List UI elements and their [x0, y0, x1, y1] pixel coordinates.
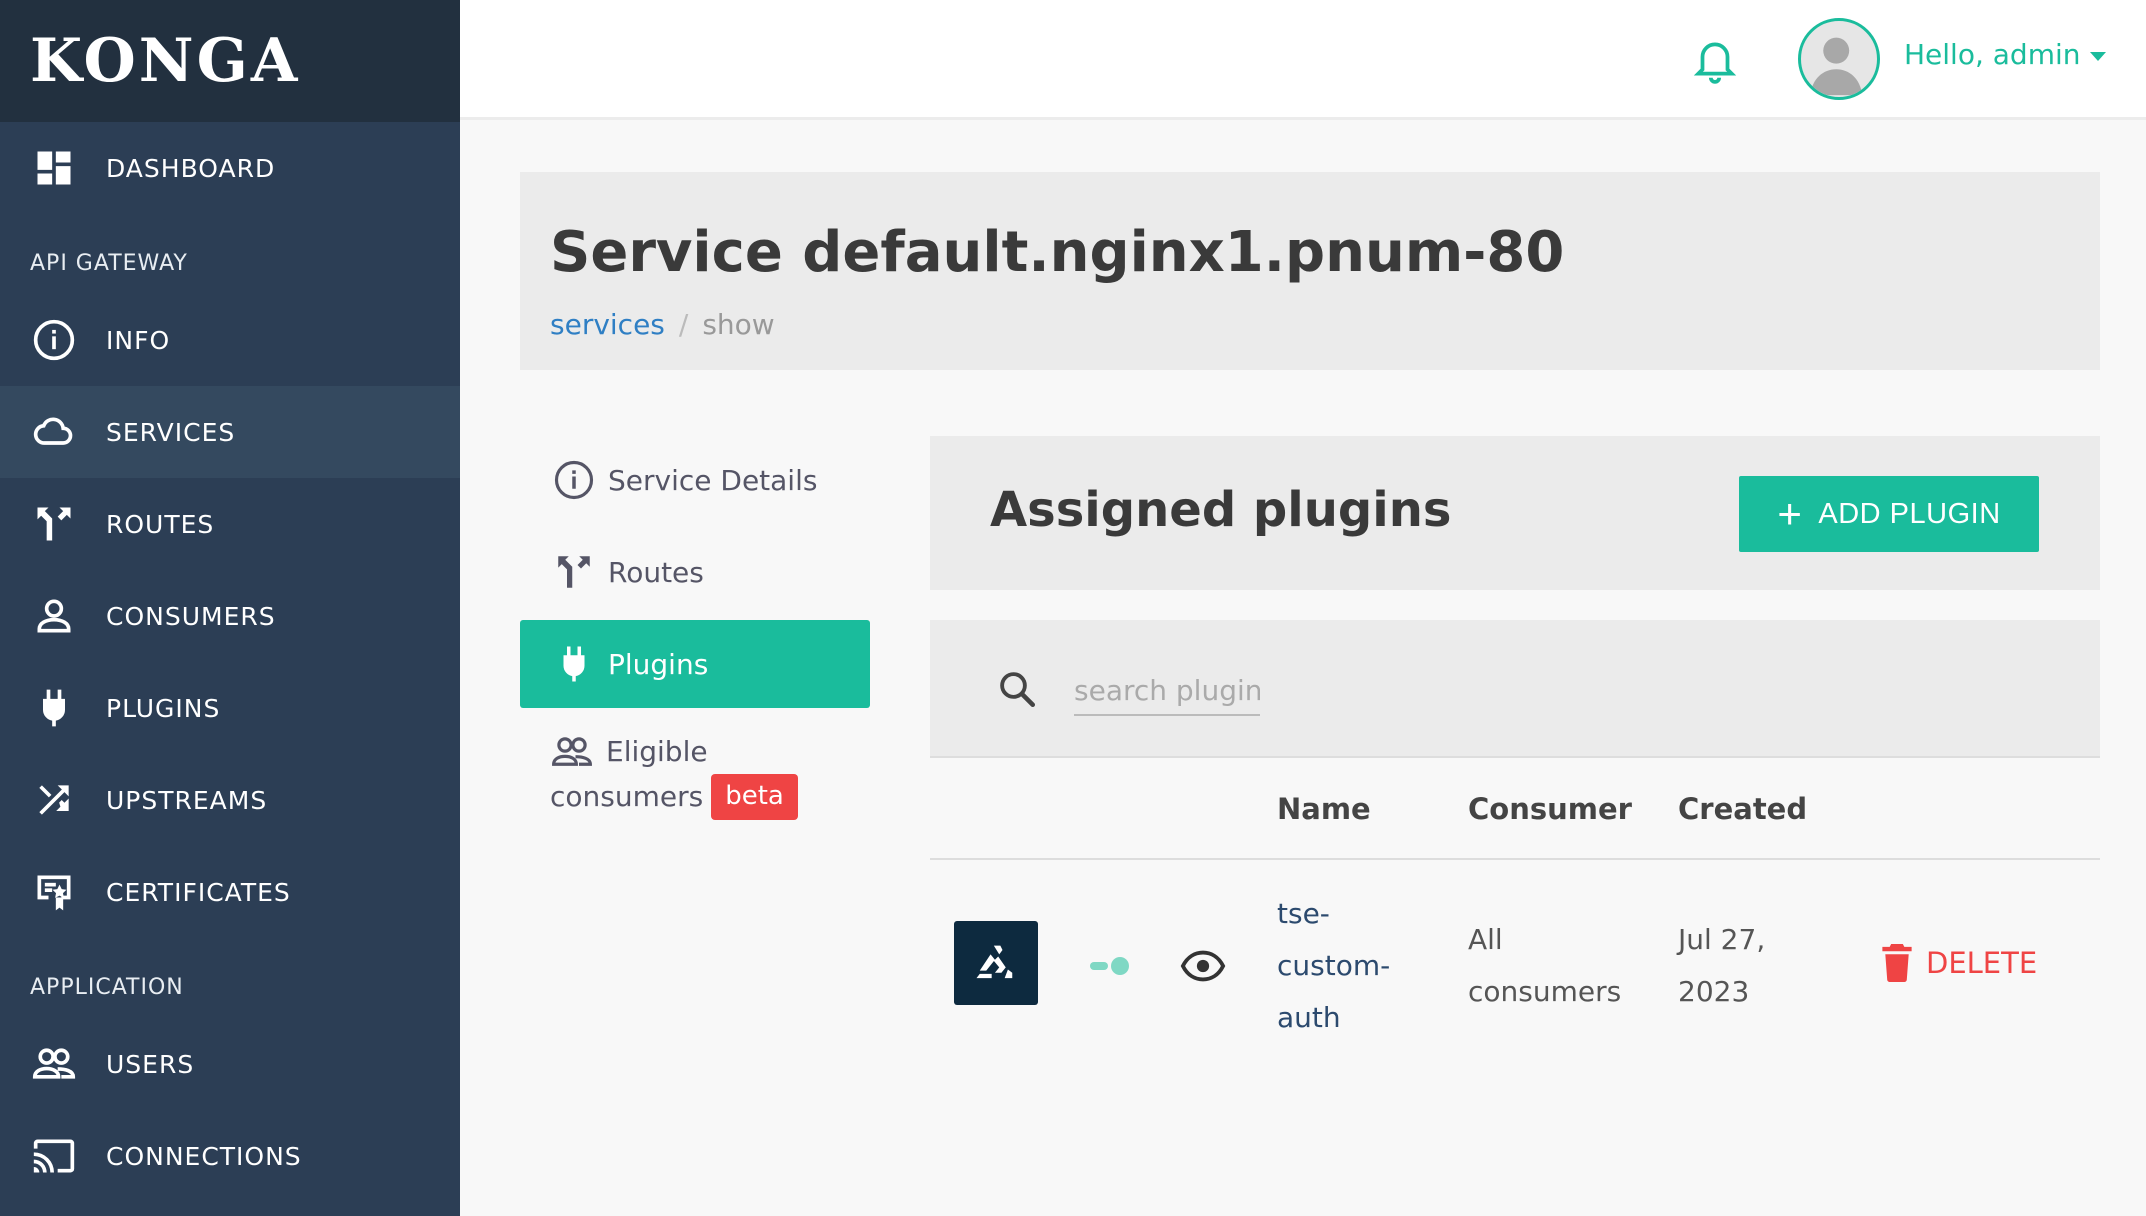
top-bar: Hello, admin: [460, 0, 2146, 120]
plugins-panel-header: Assigned plugins + ADD PLUGIN: [930, 436, 2100, 590]
sidebar-item-label: INFO: [106, 325, 171, 355]
tab-label: Routes: [608, 555, 704, 589]
sidebar-item-certificates[interactable]: CERTIFICATES: [0, 846, 460, 938]
panel-title: Assigned plugins: [990, 482, 1452, 538]
user-avatar-icon: [1810, 37, 1863, 96]
sidebar-section-api-gateway: API GATEWAY: [30, 251, 188, 276]
delete-plugin-button[interactable]: DELETE: [1882, 944, 2037, 982]
cloud-icon: [30, 408, 78, 456]
column-header-created[interactable]: Created: [1678, 792, 1807, 826]
breadcrumb-current: show: [702, 308, 775, 341]
plus-icon: +: [1777, 490, 1803, 537]
users-icon: [30, 1040, 78, 1088]
user-icon: [30, 592, 78, 640]
search-icon: [1000, 672, 1036, 708]
sidebar-item-info[interactable]: INFO: [0, 294, 460, 386]
breadcrumb-separator: /: [678, 308, 689, 341]
sidebar-item-plugins[interactable]: PLUGINS: [0, 662, 460, 754]
sidebar-item-dashboard[interactable]: DASHBOARD: [0, 122, 460, 214]
tab-plugins[interactable]: Plugins: [520, 620, 870, 708]
beta-badge: beta: [711, 774, 798, 820]
tab-label: Eligible: [606, 735, 708, 768]
sidebar-item-label: USERS: [106, 1049, 195, 1079]
sidebar-item-label: SERVICES: [106, 417, 236, 447]
tab-label: Service Details: [608, 463, 818, 497]
sidebar-item-connections[interactable]: CONNECTIONS: [0, 1110, 460, 1202]
add-plugin-label: ADD PLUGIN: [1818, 497, 2001, 530]
plugin-search-bar: [930, 620, 2100, 758]
breadcrumb: services / show: [550, 308, 775, 341]
sidebar-item-label: ROUTES: [106, 509, 215, 539]
plug-icon: [552, 642, 596, 686]
plugin-name-link[interactable]: tse-custom-auth: [1277, 888, 1407, 1044]
brand-name: KONGA: [30, 26, 301, 96]
sidebar-item-upstreams[interactable]: UPSTREAMS: [0, 754, 460, 846]
search-input[interactable]: [1074, 666, 1260, 716]
user-menu-greeting[interactable]: Hello, admin: [1904, 38, 2081, 71]
sidebar-item-label: UPSTREAMS: [106, 785, 268, 815]
sidebar-item-services[interactable]: SERVICES: [0, 386, 460, 478]
kong-logo-icon: [976, 945, 1013, 979]
sidebar-item-label: CONNECTIONS: [106, 1141, 302, 1171]
sidebar-item-label: PLUGINS: [106, 693, 221, 723]
plug-icon: [30, 684, 78, 732]
sidebar-item-routes[interactable]: ROUTES: [0, 478, 460, 570]
sidebar-item-consumers[interactable]: CONSUMERS: [0, 570, 460, 662]
column-header-name[interactable]: Name: [1277, 792, 1371, 826]
plugin-enabled-toggle[interactable]: [1090, 956, 1132, 976]
tab-label: consumers: [550, 780, 704, 813]
avatar[interactable]: [1798, 18, 1880, 100]
trash-icon: [1882, 944, 1912, 982]
add-plugin-button[interactable]: + ADD PLUGIN: [1739, 476, 2039, 552]
chevron-down-icon[interactable]: [2090, 52, 2106, 61]
page-header: Service default.nginx1.pnum-80 services /…: [520, 172, 2100, 370]
sidebar-item-label: CERTIFICATES: [106, 877, 291, 907]
brand-logo[interactable]: KONGA: [0, 0, 460, 122]
tab-routes[interactable]: Routes: [520, 528, 870, 616]
plugin-logo: [954, 921, 1038, 1005]
page-title: Service default.nginx1.pnum-80: [550, 220, 1565, 285]
routes-icon: [552, 550, 596, 594]
routes-icon: [30, 500, 78, 548]
sidebar-section-application: APPLICATION: [30, 975, 184, 1000]
breadcrumb-services-link[interactable]: services: [550, 308, 665, 341]
delete-label: DELETE: [1926, 946, 2038, 980]
bell-icon[interactable]: [1690, 34, 1740, 84]
info-icon: [552, 458, 596, 502]
tab-label: Plugins: [608, 647, 709, 681]
plugin-created-date: Jul 27, 2023: [1678, 923, 1766, 1008]
sidebar-item-label: DASHBOARD: [106, 153, 276, 183]
sidebar-item-label: CONSUMERS: [106, 601, 276, 631]
certificate-icon: [30, 868, 78, 916]
sidebar: KONGA DASHBOARD API GATEWAY INFO SERVICE…: [0, 0, 460, 1216]
tab-eligible-consumers[interactable]: Eligible consumers beta: [520, 712, 870, 822]
dashboard-icon: [30, 144, 78, 192]
eye-icon[interactable]: [1180, 946, 1226, 986]
column-header-consumer[interactable]: Consumer: [1468, 792, 1632, 826]
sidebar-item-users[interactable]: USERS: [0, 1018, 460, 1110]
plugins-table-header: Name Consumer Created: [930, 760, 2100, 860]
tab-service-details[interactable]: Service Details: [520, 436, 870, 524]
shuffle-icon: [30, 776, 78, 824]
cast-icon: [30, 1132, 78, 1180]
users-icon: [550, 730, 594, 774]
service-subnav: Service Details Routes Plugins Eligible …: [520, 436, 870, 826]
plugin-consumer: All consumers: [1468, 923, 1622, 1008]
info-icon: [30, 316, 78, 364]
table-row: tse-custom-auth All consumers Jul 27, 20…: [930, 862, 2100, 1062]
